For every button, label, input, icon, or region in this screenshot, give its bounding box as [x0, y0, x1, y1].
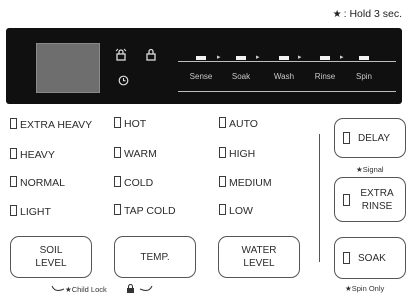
option-label: HIGH: [229, 148, 256, 160]
soil-option-light: LIGHT: [10, 205, 51, 218]
indicator-light: [219, 117, 226, 128]
temp-button[interactable]: TEMP.: [114, 236, 196, 278]
option-label: AUTO: [229, 118, 258, 130]
option-label: EXTRA HEAVY: [20, 119, 93, 131]
soil-option-extra-heavy: EXTRA HEAVY: [10, 118, 92, 131]
stage-arrow-icon: ▸: [256, 54, 260, 61]
lock-icon: [144, 48, 158, 64]
indicator-light: [114, 176, 121, 187]
option-label: LIGHT: [20, 206, 51, 218]
button-label: SOIL LEVEL: [35, 245, 67, 269]
signal-note: ★Signal: [356, 165, 384, 174]
indicator-light: [219, 204, 226, 215]
lcd-screen: [36, 43, 100, 93]
indicator-light: [219, 176, 226, 187]
temp-option-warm: WARM: [114, 147, 157, 160]
soak-button[interactable]: SOAK: [334, 237, 406, 279]
water-option-low: LOW: [219, 204, 253, 217]
hold-hint-text: : Hold 3 sec.: [343, 8, 402, 20]
water-option-medium: MEDIUM: [219, 176, 272, 189]
indicator-light: [343, 252, 350, 264]
indicator-light: [114, 147, 121, 158]
button-label: SOAK: [358, 252, 386, 264]
stage-led: [196, 56, 206, 60]
stage-led: [359, 56, 369, 60]
button-label: EXTRA RINSE: [360, 187, 394, 212]
indicator-light: [114, 117, 121, 128]
stage-spin: Spin: [340, 56, 388, 81]
temp-option-cold: COLD: [114, 176, 153, 189]
indicator-light: [10, 176, 17, 187]
button-label: TEMP.: [140, 251, 170, 263]
soil-option-heavy: HEAVY: [10, 148, 55, 161]
star-icon: ★: [332, 9, 342, 20]
panel-divider: [319, 134, 320, 262]
child-lock-note: ★Child Lock: [50, 283, 154, 296]
option-label: MEDIUM: [229, 177, 272, 189]
stage-label: Soak: [231, 72, 251, 81]
stage-led: [320, 56, 330, 60]
option-label: LOW: [229, 205, 253, 217]
indicator-light: [10, 148, 17, 159]
spin-only-note: ★Spin Only: [345, 284, 385, 293]
hold-hint: ★: Hold 3 sec.: [333, 8, 402, 20]
stage-led: [279, 56, 289, 60]
option-label: COLD: [124, 177, 154, 189]
indicator-light: [343, 132, 350, 144]
option-label: HOT: [124, 118, 147, 130]
button-label: DELAY: [358, 132, 391, 144]
soil-option-normal: NORMAL: [10, 176, 65, 189]
water-level-button[interactable]: WATER LEVEL: [218, 236, 300, 278]
indicator-light: [114, 204, 121, 215]
option-label: WARM: [124, 148, 157, 160]
option-label: NORMAL: [20, 177, 65, 189]
water-option-high: HIGH: [219, 147, 255, 160]
water-option-auto: AUTO: [219, 117, 258, 130]
temp-option-tap-cold: TAP COLD: [114, 204, 176, 217]
stage-led: [236, 56, 246, 60]
child-lock-label: ★Child Lock: [65, 285, 107, 294]
clock-icon: [116, 75, 130, 88]
indicator-light: [219, 147, 226, 158]
stage-label: Spin: [355, 72, 372, 81]
soil-level-button[interactable]: SOIL LEVEL: [10, 236, 92, 278]
extra-rinse-button[interactable]: EXTRA RINSE: [334, 177, 406, 222]
child-lock-icon: [114, 48, 128, 64]
option-label: TAP COLD: [124, 205, 176, 217]
delay-button[interactable]: DELAY: [334, 118, 406, 158]
option-label: HEAVY: [20, 149, 55, 161]
indicator-light: [10, 118, 17, 129]
indicator-light: [343, 193, 350, 206]
button-label: WATER LEVEL: [241, 245, 277, 269]
lock-icon: [127, 284, 134, 293]
temp-option-hot: HOT: [114, 117, 146, 130]
indicator-light: [10, 205, 17, 216]
